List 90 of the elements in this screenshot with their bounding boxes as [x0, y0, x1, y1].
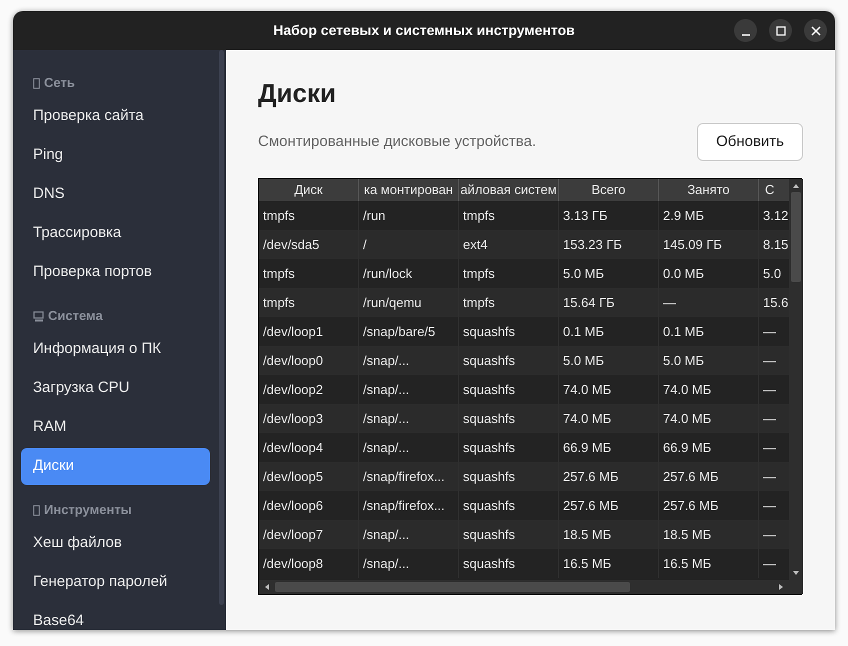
- sidebar-item[interactable]: Трассировка: [21, 215, 210, 252]
- column-header[interactable]: Диск: [259, 179, 359, 202]
- page-title: Диски: [258, 78, 337, 110]
- table-cell-text: —: [762, 410, 777, 428]
- scrollbar-thumb[interactable]: [791, 192, 801, 282]
- table-cell: 16.5 МБ: [659, 549, 759, 578]
- table-cell: /dev/loop0: [259, 346, 359, 376]
- table-cell-text: 3.12: [762, 206, 789, 225]
- table-cell: —: [659, 288, 759, 318]
- table-cell: ext4: [459, 230, 559, 260]
- table-cell-text: —: [762, 496, 777, 515]
- sidebar-item[interactable]: DNS: [21, 176, 210, 213]
- table-cell: 257.6 МБ: [659, 462, 759, 492]
- table-cell: /dev/loop8: [259, 549, 359, 578]
- column-header[interactable]: С: [759, 179, 789, 202]
- sidebar-scrollbar[interactable]: [219, 50, 224, 605]
- sidebar-item[interactable]: Информация о ПК: [21, 331, 210, 368]
- table-cell: 153.23 ГБ: [559, 230, 659, 260]
- scroll-right-icon[interactable]: [777, 583, 785, 592]
- table-cell: 74.0 МБ: [659, 404, 759, 434]
- table-cell: 5.0 МБ: [559, 346, 659, 376]
- maximize-icon: [776, 26, 786, 36]
- table-cell: /snap/...: [359, 520, 459, 550]
- section-heading: Система: [48, 307, 103, 326]
- column-header[interactable]: Всего: [559, 179, 659, 202]
- table-cell: /snap/...: [359, 346, 459, 376]
- table-cell: 257.6 МБ: [559, 462, 659, 492]
- section-heading: Инструменты: [44, 501, 132, 520]
- minimize-icon: [740, 34, 750, 36]
- table-cell: /snap/firefox...: [359, 462, 459, 492]
- scroll-left-icon[interactable]: [263, 583, 271, 592]
- maximize-button[interactable]: [769, 19, 792, 42]
- table-cell-text: —: [762, 438, 777, 457]
- table-cell-text: —: [762, 352, 777, 370]
- refresh-button[interactable]: Обновить: [697, 123, 803, 162]
- scroll-down-icon[interactable]: [792, 569, 800, 578]
- sidebar-item[interactable]: Ping: [21, 137, 210, 174]
- table-cell-text: —: [762, 526, 777, 544]
- table-cell: /run/qemu: [359, 288, 459, 318]
- column-header[interactable]: айловая систем: [459, 179, 559, 202]
- page-description: Смонтированные дисковые устройства.: [258, 132, 536, 152]
- sidebar-item[interactable]: Загрузка CPU: [21, 370, 210, 407]
- placeholder-box-icon: [33, 78, 40, 88]
- table-cell: /dev/loop7: [259, 520, 359, 550]
- table-cell: 145.09 ГБ: [659, 230, 759, 260]
- sidebar-item[interactable]: Генератор паролей: [21, 564, 210, 601]
- sidebar-item[interactable]: Base64: [21, 603, 210, 630]
- table-cell: 18.5 МБ: [559, 520, 659, 550]
- table-cell: 16.5 МБ: [559, 549, 659, 578]
- table-cell: squashfs: [459, 462, 559, 492]
- window-title: Набор сетевых и системных инструментов: [273, 21, 575, 40]
- table-cell: /dev/loop3: [259, 404, 359, 434]
- scroll-up-icon[interactable]: [792, 182, 800, 190]
- column-header[interactable]: Занято: [659, 179, 759, 202]
- table-cell-text: 5.0: [762, 264, 782, 283]
- close-button[interactable]: [804, 19, 827, 42]
- table-cell: /: [359, 230, 459, 260]
- table-cell: squashfs: [459, 549, 559, 578]
- table-cell: 15.64 ГБ: [559, 288, 659, 318]
- table-cell: tmpfs: [259, 288, 359, 318]
- sidebar-item[interactable]: RAM: [21, 409, 210, 446]
- table-cell: /dev/sda5: [259, 230, 359, 260]
- table-cell: 74.0 МБ: [559, 404, 659, 434]
- column-header[interactable]: ка монтирован: [359, 179, 459, 202]
- table-cell-text: —: [762, 380, 777, 399]
- table-cell-text: —: [762, 322, 777, 341]
- close-icon: [810, 26, 820, 36]
- scrollbar-thumb[interactable]: [275, 582, 630, 592]
- table-cell: squashfs: [459, 346, 559, 376]
- table-cell: /snap/...: [359, 549, 459, 578]
- table-cell: 18.5 МБ: [659, 520, 759, 550]
- table-cell-text: 15.6: [762, 294, 789, 312]
- placeholder-box-icon: [33, 504, 40, 516]
- table-cell: squashfs: [459, 520, 559, 550]
- table-cell-text: —: [762, 554, 777, 573]
- horizontal-scrollbar[interactable]: [259, 580, 789, 594]
- section-heading: Сеть: [44, 74, 75, 92]
- table-cell-text: 8.15: [762, 236, 789, 254]
- table-cell: 5.0 МБ: [659, 346, 759, 376]
- table-cell: squashfs: [459, 404, 559, 434]
- sidebar-item[interactable]: Проверка портов: [21, 254, 210, 291]
- table-cell: tmpfs: [459, 288, 559, 318]
- table-cell-text: —: [762, 468, 777, 486]
- vertical-scrollbar[interactable]: [789, 179, 803, 580]
- sidebar-item[interactable]: Проверка сайта: [21, 98, 210, 135]
- table-cell: /dev/loop5: [259, 462, 359, 492]
- table-cell: /snap/...: [359, 404, 459, 434]
- minimize-button[interactable]: [734, 19, 757, 42]
- monitor-icon: [33, 310, 44, 322]
- sidebar-item[interactable]: Хеш файлов: [21, 525, 210, 562]
